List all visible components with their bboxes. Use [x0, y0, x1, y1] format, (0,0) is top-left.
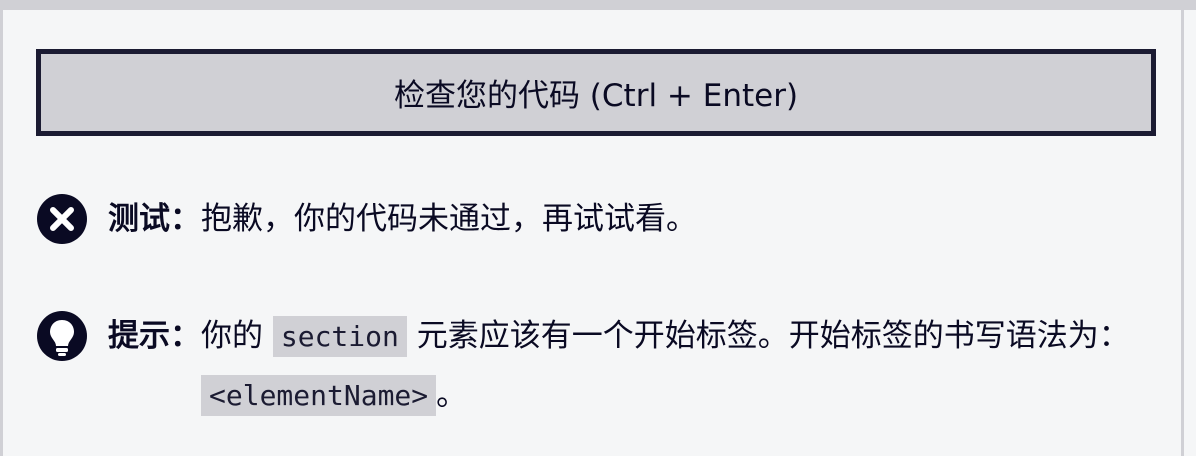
hint-text-after: 。 — [436, 377, 468, 413]
hint-text-middle: 元素应该有一个开始标签。开始标签的书写语法为： — [406, 318, 1130, 354]
hint-text-before: 你的 — [201, 318, 273, 354]
test-message: 抱歉，你的代码未通过，再试试看。 — [201, 201, 697, 237]
test-label: 测试： — [108, 201, 201, 237]
hint-label: 提示： — [108, 318, 201, 354]
close-circle-icon — [37, 194, 87, 244]
check-code-button[interactable]: 检查您的代码 (Ctrl + Enter) — [36, 49, 1156, 136]
hint: 提示： 你的 section 元素应该有一个开始标签。开始标签的书写语法为： <… — [36, 310, 1141, 425]
test-result: 测试： 抱歉，你的代码未通过，再试试看。 — [36, 193, 697, 248]
top-border — [0, 0, 1196, 10]
hint-code-section: section — [272, 316, 407, 357]
lightbulb-icon — [37, 311, 87, 361]
hint-code-element-name: <elementName> — [201, 375, 437, 416]
hint-text: 你的 section 元素应该有一个开始标签。开始标签的书写语法为： <elem… — [201, 307, 1141, 425]
